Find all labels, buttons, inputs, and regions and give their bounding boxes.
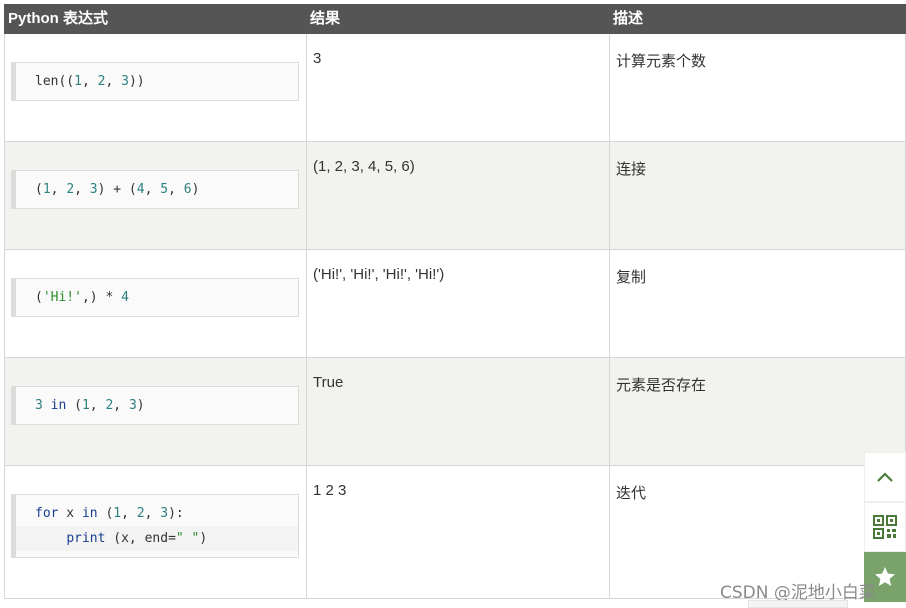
description-text: 元素是否存在 [616,377,707,394]
code-line: print (x, end=" ") [16,526,298,551]
chevron-up-icon [877,472,893,482]
qr-code-icon [873,515,897,539]
python-tuple-operators-table: Python 表达式 结果 描述 len((1, 2, 3)) 3 计算元素个数 (1… [4,4,906,599]
result-text: True [313,374,344,391]
result-text: (1, 2, 3, 4, 5, 6) [313,158,415,175]
table-row: len((1, 2, 3)) 3 计算元素个数 [4,34,906,142]
code-line: for x in (1, 2, 3): [35,506,184,521]
code-block[interactable]: len((1, 2, 3)) [11,62,299,101]
header-expression: Python 表达式 [8,10,108,27]
expression-cell: 3 in (1, 2, 3) [4,358,306,465]
code-block[interactable]: for x in (1, 2, 3): print (x, end=" ") [11,494,299,558]
bottom-panel-tab[interactable] [748,600,848,608]
table-row: 3 in (1, 2, 3) True 元素是否存在 [4,358,906,466]
back-to-top-button[interactable] [864,452,906,502]
description-cell: 连接 [609,142,906,249]
table-header: Python 表达式 结果 描述 [4,4,906,34]
result-cell: 3 [306,34,609,141]
expression-cell: (1, 2, 3) + (4, 5, 6) [4,142,306,249]
expression-cell: len((1, 2, 3)) [4,34,306,141]
result-cell: ('Hi!', 'Hi!', 'Hi!', 'Hi!') [306,250,609,357]
table-row: ('Hi!',) * 4 ('Hi!', 'Hi!', 'Hi!', 'Hi!')… [4,250,906,358]
qr-code-button[interactable] [864,502,906,552]
description-cell: 计算元素个数 [609,34,906,141]
description-cell: 复制 [609,250,906,357]
code-block[interactable]: 3 in (1, 2, 3) [11,386,299,425]
code-line: 3 in (1, 2, 3) [35,398,145,413]
code-line: (1, 2, 3) + (4, 5, 6) [35,182,200,197]
description-text: 迭代 [616,485,647,502]
description-text: 连接 [616,161,647,178]
table-body: len((1, 2, 3)) 3 计算元素个数 (1, 2, 3) + (4, 5, … [4,34,906,599]
result-text: 3 [313,50,322,67]
result-cell: 1 2 3 [306,466,609,598]
result-text: ('Hi!', 'Hi!', 'Hi!', 'Hi!') [313,266,445,283]
header-result: 结果 [310,10,341,27]
result-cell: True [306,358,609,465]
result-cell: (1, 2, 3, 4, 5, 6) [306,142,609,249]
code-block[interactable]: ('Hi!',) * 4 [11,278,299,317]
star-icon [875,567,895,586]
result-text: 1 2 3 [313,482,347,499]
description-text: 计算元素个数 [616,53,707,70]
description-cell: 元素是否存在 [609,358,906,465]
expression-cell: ('Hi!',) * 4 [4,250,306,357]
description-text: 复制 [616,269,647,286]
expression-cell: for x in (1, 2, 3): print (x, end=" ") [4,466,306,598]
code-line: len((1, 2, 3)) [35,74,145,89]
code-block[interactable]: (1, 2, 3) + (4, 5, 6) [11,170,299,209]
header-description: 描述 [613,10,644,27]
code-line: ('Hi!',) * 4 [35,290,129,305]
table-row: (1, 2, 3) + (4, 5, 6) (1, 2, 3, 4, 5, 6) 连… [4,142,906,250]
